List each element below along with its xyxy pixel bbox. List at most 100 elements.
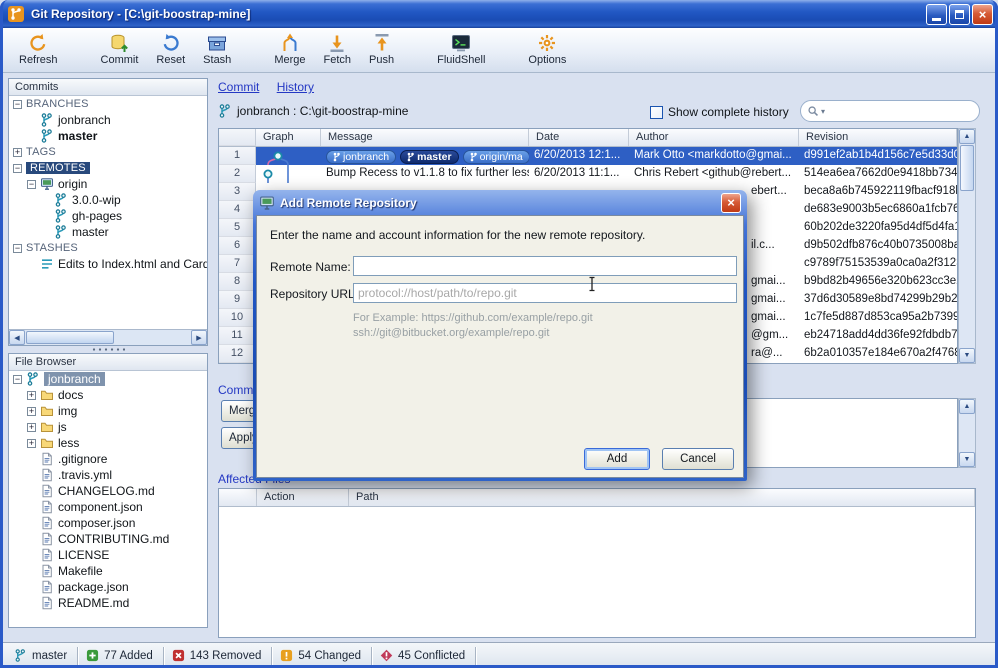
file-tree-item-composer-json[interactable]: composer.json (9, 515, 207, 531)
file-tree-item-js[interactable]: + js (9, 419, 207, 435)
remote-name-input[interactable] (353, 256, 737, 276)
add-button[interactable]: Add (584, 448, 650, 470)
file-tree-item-readme-md[interactable]: README.md (9, 595, 207, 611)
repository-url-input[interactable] (353, 283, 737, 303)
titlebar: Git Repository - [C:\git-boostrap-mine] … (0, 0, 998, 28)
toolbar-push-button[interactable]: Push (361, 30, 402, 69)
file-icon (40, 452, 54, 466)
tree-item-label: REMOTES (26, 162, 90, 174)
file-tree-item-makefile[interactable]: Makefile (9, 563, 207, 579)
scroll-left-button[interactable]: ◀ (9, 330, 25, 345)
dialog-close-button[interactable]: × (721, 192, 741, 213)
status-143-removed: 143 Removed (166, 646, 273, 665)
toolbar-fetch-button[interactable]: Fetch (316, 30, 360, 69)
column-header-action[interactable]: Action (257, 489, 349, 506)
toolbar-button-label: Push (369, 53, 395, 66)
toolbar-merge-button[interactable]: Merge (266, 30, 313, 69)
show-complete-history-checkbox[interactable] (650, 105, 663, 119)
app-icon (7, 5, 25, 23)
column-header-rownum[interactable] (219, 129, 256, 146)
toolbar-button-label: Merge (274, 53, 306, 66)
commit-date-cell: 6/20/2013 12:1... (534, 149, 621, 161)
file-tree-item-travis-yml[interactable]: .travis.yml (9, 467, 207, 483)
vscroll-thumb[interactable] (960, 145, 974, 191)
column-header-blank (219, 489, 257, 506)
hscroll-track[interactable] (115, 331, 191, 344)
commit-row-2[interactable]: 2 Bump Recess to v1.1.8 to fix further le… (219, 165, 957, 183)
toolbar-commit-button[interactable]: Commit (93, 30, 147, 69)
toolbar-refresh-button[interactable]: Refresh (11, 30, 66, 69)
file-tree-item-changelog-md[interactable]: CHANGELOG.md (9, 483, 207, 499)
show-complete-history-label[interactable]: Show complete history (668, 105, 789, 119)
expander-plus-icon[interactable]: + (27, 438, 36, 448)
maximize-button[interactable] (949, 3, 970, 25)
commits-tree-item-origin[interactable]: − origin (9, 176, 207, 192)
commits-tree-item-gh-pages[interactable]: gh-pages (9, 208, 207, 224)
commit-row-number: 11 (219, 327, 256, 345)
column-header-revision[interactable]: Revision (799, 129, 957, 146)
search-icon (807, 105, 819, 117)
options-icon (537, 33, 557, 53)
toolbar-reset-button[interactable]: Reset (148, 30, 193, 69)
commits-tree-item-master[interactable]: master (9, 224, 207, 240)
scroll-down-button[interactable]: ▼ (959, 452, 975, 467)
tab-commit[interactable]: Commit (218, 80, 259, 94)
file-tree-item-package-json[interactable]: package.json (9, 579, 207, 595)
commits-tree-item-stashes[interactable]: − STASHES (9, 240, 207, 256)
expander-minus-icon[interactable]: − (13, 163, 22, 173)
panel-splitter[interactable] (8, 346, 208, 353)
hscroll-thumb[interactable] (26, 331, 114, 344)
commit-row-number: 2 (219, 165, 256, 183)
commit-row-1[interactable]: 1 jonbranch master origin/ma 6/20/2013 12:1.… (219, 147, 957, 165)
close-window-button[interactable]: × (972, 3, 993, 25)
column-header-date[interactable]: Date (529, 129, 629, 146)
expander-minus-icon[interactable]: − (13, 243, 22, 253)
minimize-button[interactable] (926, 3, 947, 25)
toolbar-stash-button[interactable]: Stash (195, 30, 239, 69)
scroll-down-button[interactable]: ▼ (959, 348, 975, 363)
commits-tree-item-remotes[interactable]: − REMOTES (9, 160, 207, 176)
commits-tree-item-branches[interactable]: − BRANCHES (9, 96, 207, 112)
search-input[interactable] (827, 102, 973, 120)
search-dropdown-chevron-icon[interactable]: ▾ (821, 107, 825, 116)
commits-tree-item-tags[interactable]: + TAGS (9, 144, 207, 160)
column-header-graph[interactable]: Graph (256, 129, 321, 146)
expander-minus-icon[interactable]: − (27, 179, 36, 189)
reset-icon (161, 33, 181, 53)
expander-plus-icon[interactable]: + (13, 147, 22, 157)
file-tree-item-component-json[interactable]: component.json (9, 499, 207, 515)
commits-tree-item-jonbranch[interactable]: jonbranch (9, 112, 207, 128)
commits-tree-item-3-0-0-wip[interactable]: 3.0.0-wip (9, 192, 207, 208)
toolbar-fluidshell-button[interactable]: FluidShell (429, 30, 493, 69)
commit-graph-cell (256, 165, 321, 183)
file-tree-item-img[interactable]: + img (9, 403, 207, 419)
file-tree-item-docs[interactable]: + docs (9, 387, 207, 403)
scroll-up-button[interactable]: ▲ (959, 129, 975, 144)
dialog-body: Enter the name and account information f… (256, 215, 744, 478)
commit-revision-cell: c9789f75153539a0ca0a2f3123... (804, 257, 957, 269)
column-header-author[interactable]: Author (629, 129, 799, 146)
conflicted-icon (380, 649, 393, 662)
expander-plus-icon[interactable]: + (27, 422, 36, 432)
file-tree-item-contributing-md[interactable]: CONTRIBUTING.md (9, 531, 207, 547)
scroll-up-button[interactable]: ▲ (959, 399, 975, 414)
file-tree-item-less[interactable]: + less (9, 435, 207, 451)
branch-path-label: jonbranch : C:\git-boostrap-mine (237, 104, 409, 118)
scroll-right-button[interactable]: ▶ (191, 330, 207, 345)
file-tree-item-license[interactable]: LICENSE (9, 547, 207, 563)
column-header-path[interactable]: Path (349, 489, 975, 506)
column-header-message[interactable]: Message (321, 129, 529, 146)
expander-plus-icon[interactable]: + (27, 406, 36, 416)
file-tree-item-gitignore[interactable]: .gitignore (9, 451, 207, 467)
commits-tree-item-edits-to-index-html-and-card[interactable]: Edits to Index.html and Card (9, 256, 207, 272)
file-tree-item-jonbranch[interactable]: − jonbranch (9, 371, 207, 387)
expander-plus-icon[interactable]: + (27, 390, 36, 400)
tab-history[interactable]: History (277, 80, 314, 94)
commits-tree-item-master[interactable]: master (9, 128, 207, 144)
expander-minus-icon[interactable]: − (13, 374, 22, 384)
fluidshell-icon (451, 33, 471, 53)
cancel-button[interactable]: Cancel (662, 448, 734, 470)
toolbar-options-button[interactable]: Options (520, 30, 574, 69)
expander-minus-icon[interactable]: − (13, 99, 22, 109)
